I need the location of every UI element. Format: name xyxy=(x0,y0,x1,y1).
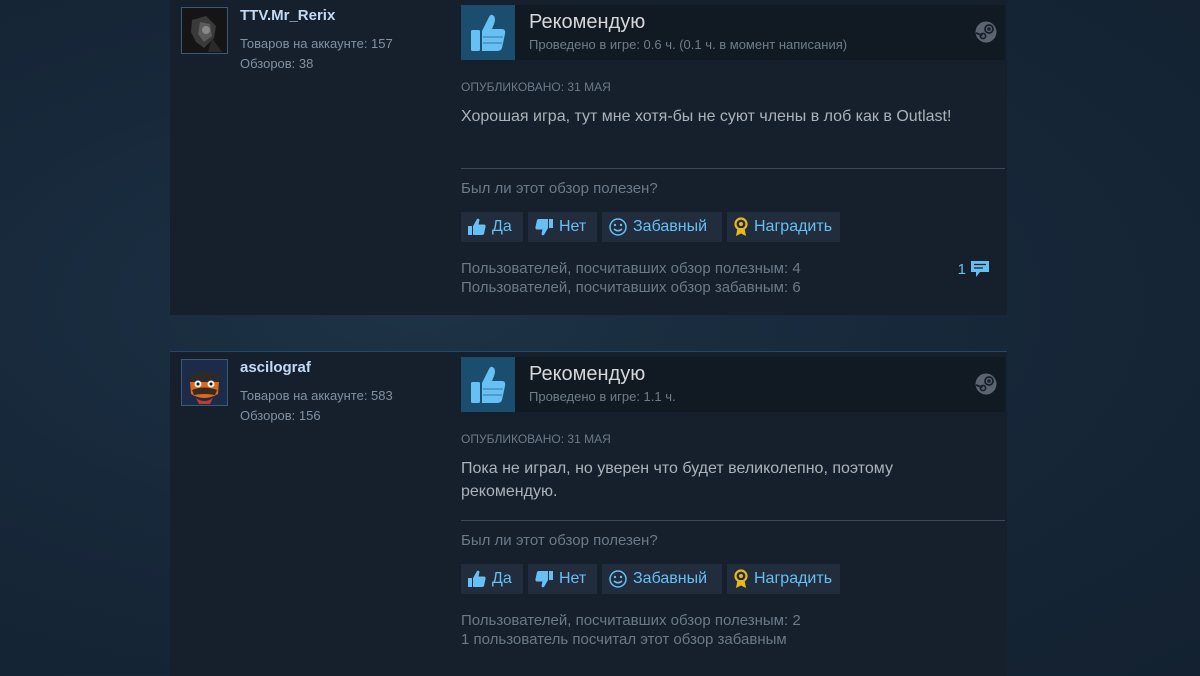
vote-counts: Пользователей, посчитавших обзор полезны… xyxy=(461,259,801,297)
comments-link[interactable]: 1 xyxy=(958,259,991,279)
award-label: Наградить xyxy=(754,218,833,235)
review-text: Хорошая игра, тут мне хотя-бы не суют чл… xyxy=(461,108,952,125)
vote-funny-label: Забавный xyxy=(633,570,708,587)
award-icon xyxy=(733,569,749,589)
divider xyxy=(461,520,1005,521)
steam-icon xyxy=(975,373,997,400)
funny-count: 1 пользователь посчитал этот обзор забав… xyxy=(461,631,787,648)
award-button[interactable]: Наградить xyxy=(727,564,840,594)
award-button[interactable]: Наградить xyxy=(727,212,840,242)
helpful-count: Пользователей, посчитавших обзор полезны… xyxy=(461,612,801,629)
review-card: TTV.Mr_Rerix Товаров на аккаунте: 157 Об… xyxy=(170,0,1007,315)
divider xyxy=(461,168,1005,169)
vote-no-button[interactable]: Нет xyxy=(528,212,597,242)
vote-no-label: Нет xyxy=(559,570,587,587)
thumbs-down-icon xyxy=(534,218,554,236)
author-name[interactable]: TTV.Mr_Rerix xyxy=(240,7,335,24)
review-text: Пока не играл, но уверен что будет велик… xyxy=(461,460,893,500)
thumbs-up-icon xyxy=(461,5,515,60)
avatar[interactable] xyxy=(181,359,228,406)
author-products-count[interactable]: Товаров на аккаунте: 157 xyxy=(240,34,393,54)
playtime: Проведено в игре: 0.6 ч. (0.1 ч. в момен… xyxy=(529,37,848,52)
vote-funny-button[interactable]: Забавный xyxy=(602,564,722,594)
award-icon xyxy=(733,217,749,237)
smiley-icon xyxy=(608,569,628,589)
funny-count: Пользователей, посчитавших обзор забавны… xyxy=(461,279,801,296)
comment-count: 1 xyxy=(957,260,966,278)
posted-date: ОПУБЛИКОВАНО: 31 МАЯ xyxy=(461,432,611,446)
vote-yes-button[interactable]: Да xyxy=(461,212,523,242)
vote-header[interactable]: Рекомендую Проведено в игре: 1.1 ч. xyxy=(461,357,1005,412)
steam-icon xyxy=(975,21,997,48)
thumbs-up-icon xyxy=(467,570,487,588)
helpful-question: Был ли этот обзор полезен? xyxy=(461,532,658,549)
vote-header[interactable]: Рекомендую Проведено в игре: 0.6 ч. (0.1… xyxy=(461,5,1005,60)
vote-funny-button[interactable]: Забавный xyxy=(602,212,722,242)
thumbs-up-icon xyxy=(461,357,515,412)
avatar[interactable] xyxy=(181,7,228,54)
vote-funny-label: Забавный xyxy=(633,218,708,235)
helpful-question: Был ли этот обзор полезен? xyxy=(461,180,658,197)
award-label: Наградить xyxy=(754,570,833,587)
vote-no-label: Нет xyxy=(559,218,587,235)
thumbs-down-icon xyxy=(534,570,554,588)
comment-icon xyxy=(969,259,991,279)
vote-yes-button[interactable]: Да xyxy=(461,564,523,594)
author-reviews-count[interactable]: Обзоров: 156 xyxy=(240,406,393,426)
helpful-count: Пользователей, посчитавших обзор полезны… xyxy=(461,260,801,277)
vote-yes-label: Да xyxy=(492,570,512,587)
playtime: Проведено в игре: 1.1 ч. xyxy=(529,389,676,404)
posted-date: ОПУБЛИКОВАНО: 31 МАЯ xyxy=(461,80,611,94)
vote-counts: Пользователей, посчитавших обзор полезны… xyxy=(461,611,801,649)
thumbs-up-icon xyxy=(467,218,487,236)
recommendation-title: Рекомендую xyxy=(529,363,646,385)
review-card: ascilograf Товаров на аккаунте: 583 Обзо… xyxy=(170,351,1007,676)
recommendation-title: Рекомендую xyxy=(529,11,646,33)
smiley-icon xyxy=(608,217,628,237)
author-name[interactable]: ascilograf xyxy=(240,359,311,376)
author-products-count[interactable]: Товаров на аккаунте: 583 xyxy=(240,386,393,406)
vote-no-button[interactable]: Нет xyxy=(528,564,597,594)
author-reviews-count[interactable]: Обзоров: 38 xyxy=(240,54,393,74)
vote-yes-label: Да xyxy=(492,218,512,235)
